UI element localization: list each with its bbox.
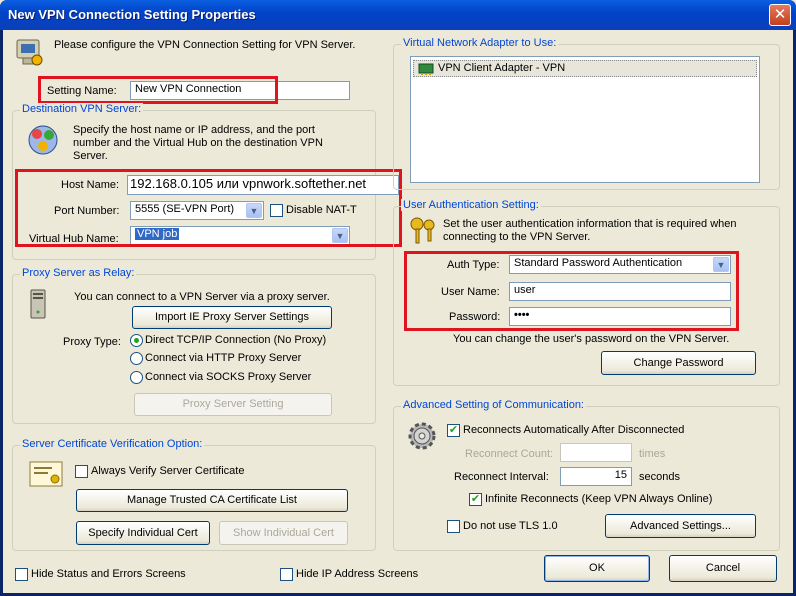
always-verify-checkbox[interactable]: [75, 465, 88, 478]
adapter-legend: Virtual Network Adapter to Use:: [401, 37, 559, 49]
highlight-setting-name: [38, 76, 278, 104]
title-bar: New VPN Connection Setting Properties ✕: [0, 0, 796, 30]
proxy-option-socks-label[interactable]: Connect via SOCKS Proxy Server: [145, 371, 311, 383]
proxy-type-label: Proxy Type:: [63, 336, 121, 348]
hide-ip-checkbox[interactable]: [280, 568, 293, 581]
keys-icon: [407, 215, 439, 247]
manage-trusted-ca-button[interactable]: Manage Trusted CA Certificate List: [76, 489, 348, 512]
no-tls-checkbox[interactable]: [447, 520, 460, 533]
change-password-note: You can change the user's password on th…: [453, 333, 730, 345]
hide-ip-label[interactable]: Hide IP Address Screens: [296, 568, 418, 580]
show-individual-cert-button[interactable]: Show Individual Cert: [219, 521, 348, 545]
proxy-option-http-label[interactable]: Connect via HTTP Proxy Server: [145, 352, 301, 364]
window-title: New VPN Connection Setting Properties: [8, 7, 256, 22]
proxy-option-http-radio[interactable]: [130, 352, 143, 365]
reconnect-interval-label: Reconnect Interval:: [454, 471, 549, 483]
highlight-auth: [404, 251, 739, 331]
auth-legend: User Authentication Setting:: [401, 199, 541, 211]
seconds-label: seconds: [639, 471, 680, 483]
server-network-icon: [27, 124, 59, 156]
adapter-list-item[interactable]: VPN Client Adapter - VPN: [413, 60, 757, 77]
dialog-body: Please configure the VPN Connection Sett…: [3, 30, 793, 593]
always-verify-label[interactable]: Always Verify Server Certificate: [91, 465, 244, 477]
computer-settings-icon: [13, 36, 45, 68]
no-tls-label[interactable]: Do not use TLS 1.0: [463, 520, 558, 532]
proxy-option-direct-radio[interactable]: [130, 334, 143, 347]
adapter-list[interactable]: VPN Client Adapter - VPN: [410, 56, 760, 183]
proxy-description: You can connect to a VPN Server via a pr…: [74, 291, 330, 303]
specify-individual-cert-button[interactable]: Specify Individual Cert: [76, 521, 210, 545]
destination-legend: Destination VPN Server:: [20, 103, 144, 115]
infinite-reconnect-checkbox[interactable]: ✔: [469, 493, 482, 506]
proxy-option-direct-label[interactable]: Direct TCP/IP Connection (No Proxy): [145, 334, 326, 346]
change-password-button[interactable]: Change Password: [601, 351, 756, 375]
reconnect-interval-input[interactable]: 15: [560, 467, 632, 486]
advanced-legend: Advanced Setting of Communication:: [401, 399, 586, 411]
import-ie-proxy-button[interactable]: Import IE Proxy Server Settings: [132, 306, 332, 329]
close-button[interactable]: ✕: [769, 4, 791, 26]
proxy-server-setting-button[interactable]: Proxy Server Setting: [134, 393, 332, 416]
reconnect-count-label: Reconnect Count:: [465, 448, 554, 460]
dialog-window: New VPN Connection Setting Properties ✕ …: [0, 0, 796, 596]
reconnect-auto-label[interactable]: Reconnects Automatically After Disconnec…: [463, 424, 684, 436]
gear-icon: [405, 419, 439, 453]
intro-text: Please configure the VPN Connection Sett…: [54, 39, 356, 51]
infinite-reconnect-label[interactable]: Infinite Reconnects (Keep VPN Always Onl…: [485, 493, 712, 505]
highlight-destination: [15, 169, 402, 247]
proxy-option-socks-radio[interactable]: [130, 371, 143, 384]
hide-status-label[interactable]: Hide Status and Errors Screens: [31, 568, 186, 580]
cert-legend: Server Certificate Verification Option:: [20, 438, 205, 450]
server-tower-icon: [29, 289, 47, 319]
proxy-legend: Proxy Server as Relay:: [20, 267, 137, 279]
destination-description: Specify the host name or IP address, and…: [73, 124, 323, 162]
network-adapter-icon: [418, 63, 434, 75]
ok-button[interactable]: OK: [544, 555, 650, 582]
times-label: times: [639, 448, 666, 460]
hide-status-checkbox[interactable]: [15, 568, 28, 581]
adapter-list-item-label: VPN Client Adapter - VPN: [438, 62, 566, 74]
certificate-icon: [29, 461, 63, 487]
reconnect-count-input[interactable]: [560, 443, 632, 462]
advanced-settings-button[interactable]: Advanced Settings...: [605, 514, 756, 538]
reconnect-auto-checkbox[interactable]: ✔: [447, 424, 460, 437]
auth-description: Set the user authentication information …: [443, 218, 737, 243]
cancel-button[interactable]: Cancel: [669, 555, 777, 582]
